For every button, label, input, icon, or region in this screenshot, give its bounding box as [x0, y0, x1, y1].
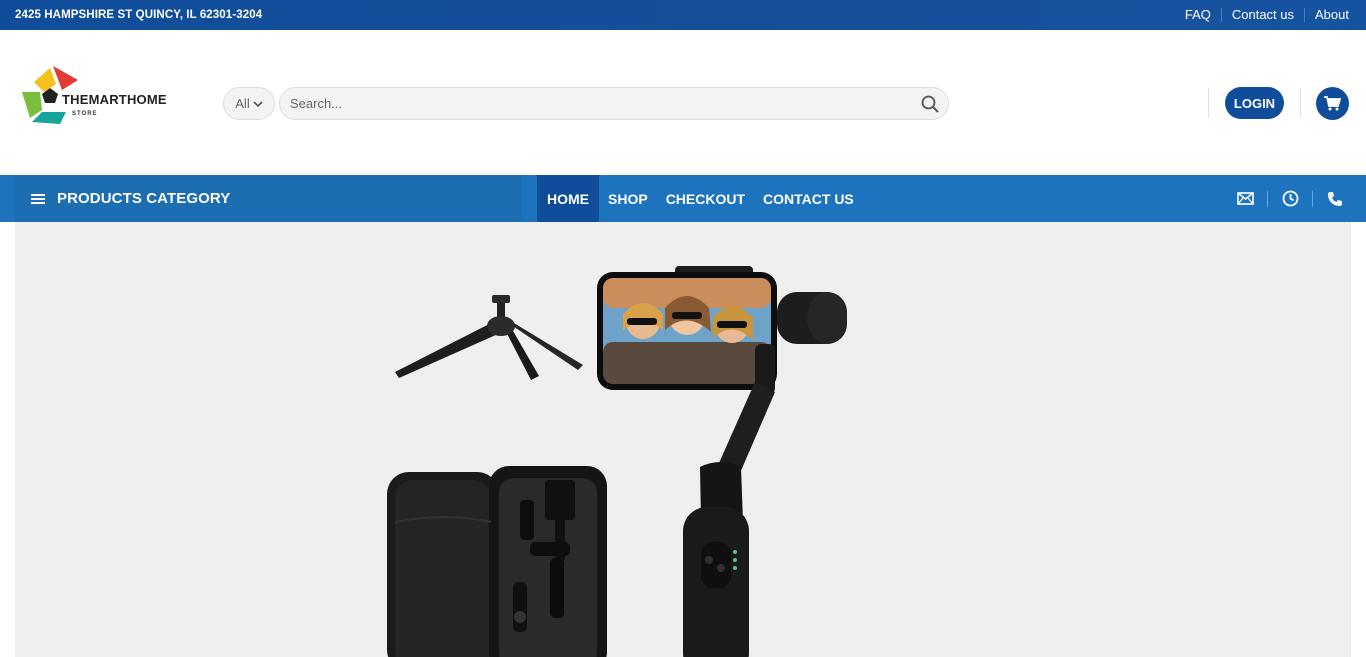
top-bar: 2425 HAMPSHIRE ST QUINCY, IL 62301-3204 …: [0, 0, 1366, 30]
header-divider: [1300, 88, 1301, 118]
nav-checkout[interactable]: CHECKOUT: [657, 175, 754, 222]
email-icon[interactable]: [1234, 188, 1256, 210]
about-link[interactable]: About: [1304, 8, 1351, 22]
cart-icon: [1324, 96, 1341, 111]
cart-button[interactable]: [1316, 87, 1349, 120]
search-input[interactable]: [290, 88, 910, 119]
main-nav: PRODUCTS CATEGORY HOME SHOP CHECKOUT CON…: [0, 175, 1366, 222]
gimbal-illustration: [597, 266, 847, 657]
nav-icon-separator: [1312, 190, 1313, 207]
top-links: FAQ Contact us About: [1175, 8, 1351, 22]
chevron-down-icon: [253, 100, 263, 107]
products-category-toggle[interactable]: PRODUCTS CATEGORY: [15, 175, 522, 222]
nav-home[interactable]: HOME: [537, 175, 599, 222]
logo-subtext: STORE: [72, 111, 98, 117]
search-box: [279, 87, 949, 120]
search-category-select[interactable]: All: [223, 87, 275, 120]
nav-menu: HOME SHOP CHECKOUT CONTACT US: [537, 175, 863, 222]
nav-icon-separator: [1267, 190, 1268, 207]
search-icon[interactable]: [920, 94, 940, 114]
header: THEMARTHOME STORE All LOGIN: [0, 30, 1366, 175]
hero-banner: [15, 222, 1351, 657]
search-category-value: All: [235, 96, 250, 111]
faq-link[interactable]: FAQ: [1175, 8, 1221, 22]
hamburger-icon: [31, 193, 45, 204]
contact-us-link[interactable]: Contact us: [1220, 8, 1304, 22]
login-button[interactable]: LOGIN: [1225, 87, 1284, 119]
nav-shop[interactable]: SHOP: [599, 175, 657, 222]
logo-text: THEMARTHOME: [62, 92, 167, 107]
clock-icon[interactable]: [1279, 188, 1301, 210]
tripod-illustration: [395, 295, 583, 380]
gimbal-product-image[interactable]: [15, 222, 1351, 657]
carry-case-illustration: [387, 466, 607, 657]
nav-contact-us[interactable]: CONTACT US: [754, 175, 863, 222]
store-logo[interactable]: THEMARTHOME STORE: [20, 66, 190, 126]
header-divider: [1208, 88, 1209, 118]
products-category-label: PRODUCTS CATEGORY: [57, 190, 231, 207]
nav-icons: [1234, 175, 1346, 222]
phone-icon[interactable]: [1324, 188, 1346, 210]
store-address: 2425 HAMPSHIRE ST QUINCY, IL 62301-3204: [15, 9, 263, 21]
